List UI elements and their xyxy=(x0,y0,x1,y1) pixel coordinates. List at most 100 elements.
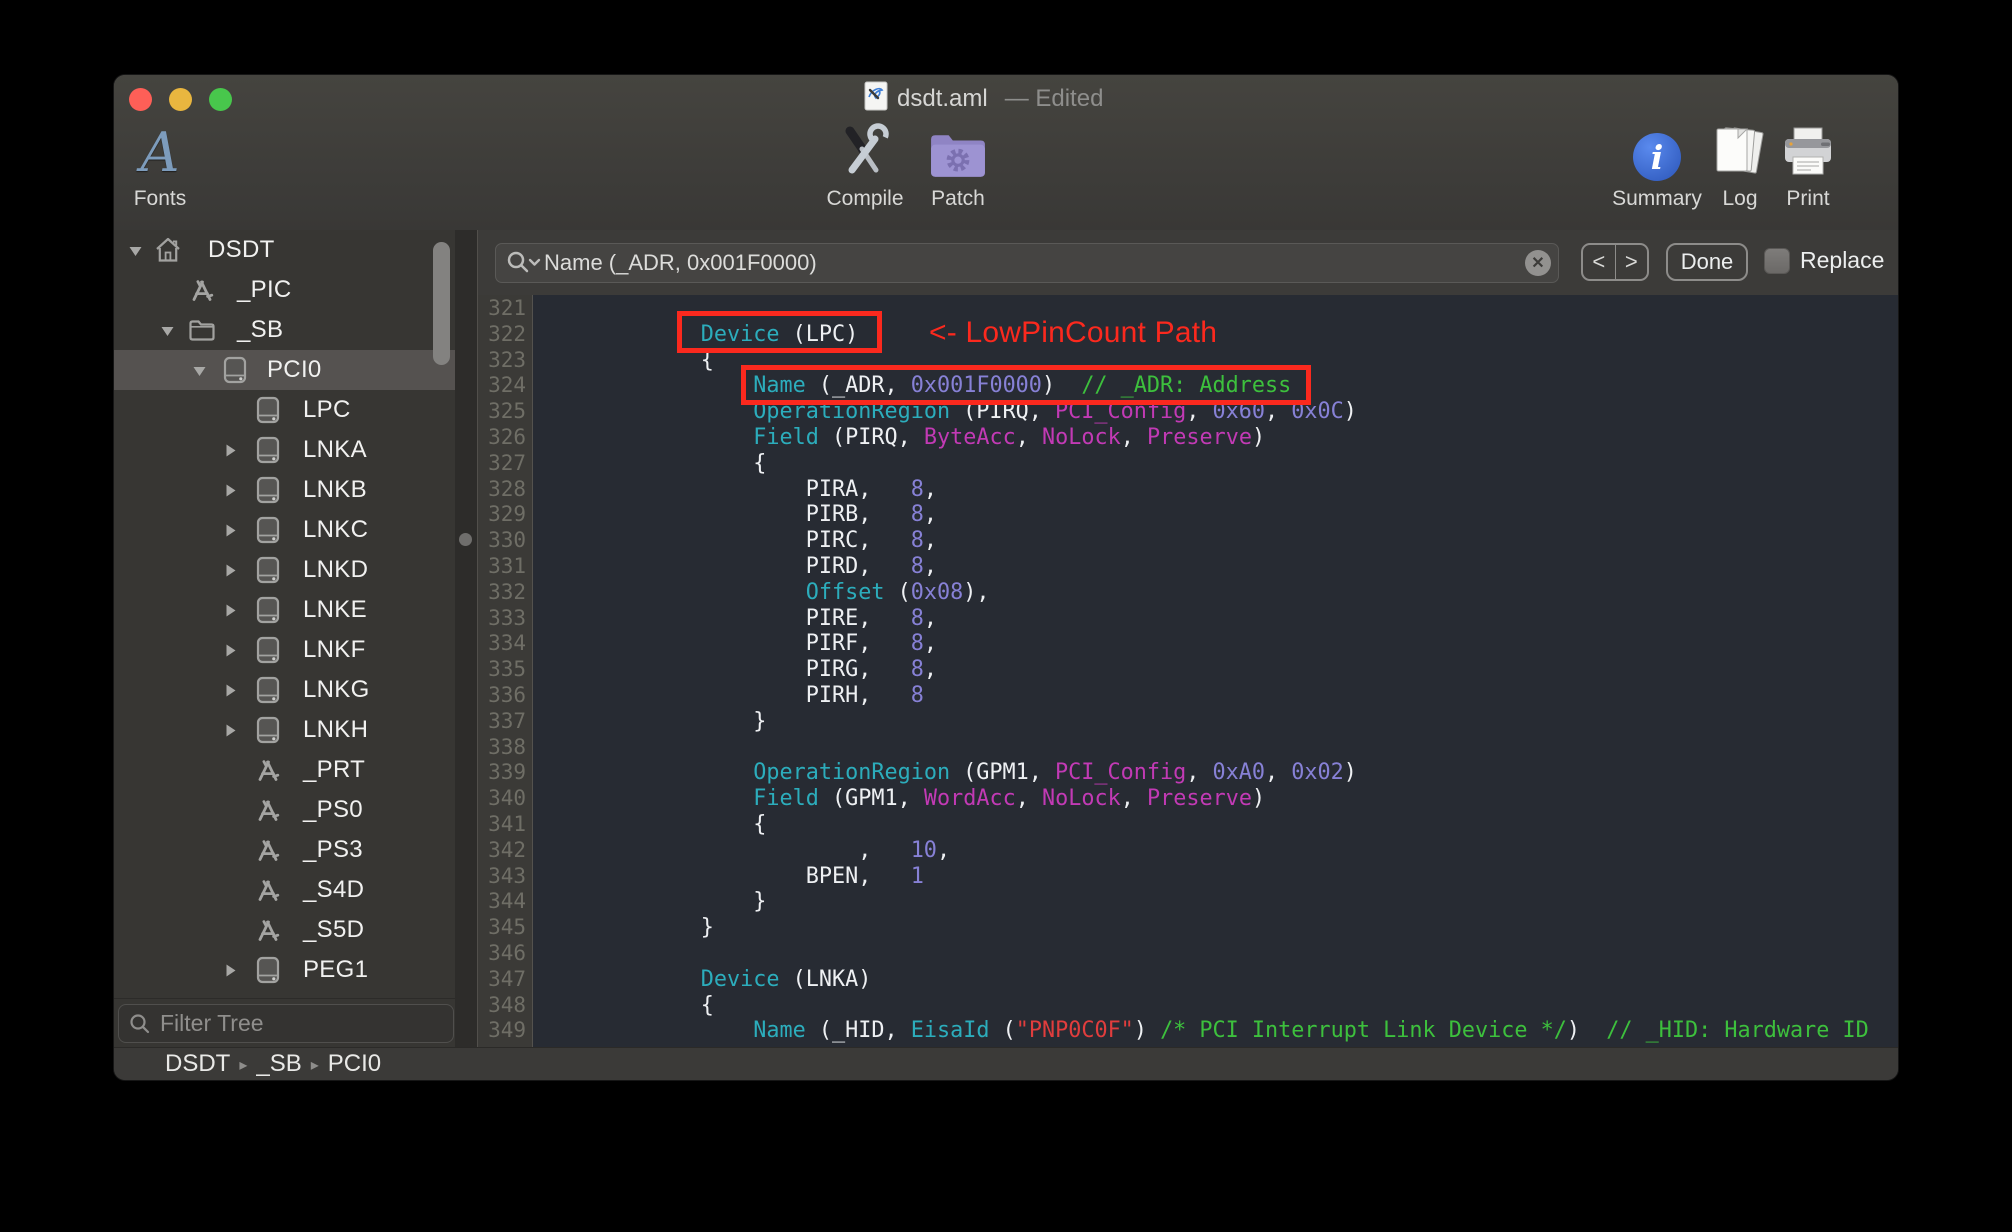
tree-item-lpc[interactable]: LPC xyxy=(114,390,455,430)
method-icon xyxy=(253,755,283,785)
disclosure-expanded-icon[interactable] xyxy=(128,243,143,258)
tree-item-_s4d[interactable]: _S4D xyxy=(114,870,455,910)
window-title-group: dsdt.aml — Edited xyxy=(864,81,1103,116)
device-icon xyxy=(253,715,283,745)
code-line: PIRB, 8, xyxy=(517,502,937,528)
toolbar-patch[interactable]: Patch xyxy=(883,115,1033,211)
code-line: } xyxy=(517,915,714,941)
tree-item-peg1[interactable]: PEG1 xyxy=(114,950,455,990)
status-bar: DSDT ▸ _SB ▸ PCI0 xyxy=(114,1047,1898,1080)
toolbar-fonts-label: Fonts xyxy=(133,187,187,210)
tree-item-_pic[interactable]: _PIC xyxy=(114,270,455,310)
find-next-button[interactable]: > xyxy=(1616,245,1648,279)
breadcrumb-item[interactable]: PCI0 xyxy=(328,1050,381,1078)
folder-icon xyxy=(187,315,217,345)
tree-item-label: LPC xyxy=(303,396,351,423)
find-field[interactable]: ✕ xyxy=(495,243,1559,283)
disclosure-collapsed-icon[interactable] xyxy=(223,643,238,658)
tree-item-label: LNKD xyxy=(303,556,369,583)
tree-item-lnkf[interactable]: LNKF xyxy=(114,630,455,670)
device-icon xyxy=(253,555,283,585)
device-icon xyxy=(253,955,283,985)
disclosure-collapsed-icon[interactable] xyxy=(223,483,238,498)
device-icon xyxy=(220,355,250,385)
disclosure-collapsed-icon[interactable] xyxy=(223,443,238,458)
pane-splitter[interactable] xyxy=(455,230,477,1047)
code-line: Device (LNKA) xyxy=(700,966,872,992)
tree-item-_s5d[interactable]: _S5D xyxy=(114,910,455,950)
filter-field[interactable] xyxy=(118,1004,454,1043)
annotation-text: <- LowPinCount Path xyxy=(929,316,1218,349)
tree-item-lnkb[interactable]: LNKB xyxy=(114,470,455,510)
tree-item-lnkc[interactable]: LNKC xyxy=(114,510,455,550)
disclosure-collapsed-icon[interactable] xyxy=(223,523,238,538)
tree-item-lnka[interactable]: LNKA xyxy=(114,430,455,470)
code-line: OperationRegion (GPM1, PCI_Config, 0xA0,… xyxy=(753,760,1357,786)
splitter-grip-icon[interactable] xyxy=(459,533,472,546)
minimize-button[interactable] xyxy=(169,88,192,111)
close-button[interactable] xyxy=(129,88,152,111)
filter-area xyxy=(114,998,455,1048)
tree-item-label: LNKC xyxy=(303,516,369,543)
replace-checkbox[interactable] xyxy=(1764,248,1790,274)
tree-item-label: _S5D xyxy=(303,916,365,943)
disclosure-collapsed-icon[interactable] xyxy=(223,683,238,698)
find-previous-button[interactable]: < xyxy=(1583,245,1616,279)
method-icon xyxy=(253,835,283,865)
toolbar-fonts[interactable]: A Fonts xyxy=(114,115,235,211)
tree-item-dsdt[interactable]: DSDT xyxy=(114,230,455,270)
toolbar-print-label: Print xyxy=(1786,187,1830,210)
done-button[interactable]: Done xyxy=(1666,243,1748,281)
disclosure-expanded-icon[interactable] xyxy=(192,363,207,378)
find-input[interactable] xyxy=(544,244,1512,282)
tree-item-label: _PS0 xyxy=(303,796,363,823)
tree-item-label: _SB xyxy=(237,316,284,343)
annotation-box-name-adr xyxy=(741,365,1311,405)
code-line: , 10, xyxy=(517,837,951,863)
breadcrumb-separator-icon: ▸ xyxy=(310,1057,319,1074)
zoom-button[interactable] xyxy=(209,88,232,111)
code-line: { xyxy=(517,992,714,1018)
method-icon xyxy=(253,915,283,945)
code-line: { xyxy=(517,811,767,837)
fonts-icon: A xyxy=(140,121,180,184)
disclosure-collapsed-icon[interactable] xyxy=(223,563,238,578)
tree-item-_ps0[interactable]: _PS0 xyxy=(114,790,455,830)
code-line: } xyxy=(517,708,767,734)
breadcrumb-item[interactable]: DSDT xyxy=(165,1050,230,1078)
filter-tree-input[interactable] xyxy=(158,1009,453,1038)
code-line: PIRH, 8 xyxy=(517,682,924,708)
tree-item-lnkd[interactable]: LNKD xyxy=(114,550,455,590)
disclosure-collapsed-icon[interactable] xyxy=(223,963,238,978)
tree-item-pci0[interactable]: PCI0 xyxy=(114,350,455,390)
tree-item-_sb[interactable]: _SB xyxy=(114,310,455,350)
device-icon xyxy=(253,515,283,545)
disclosure-collapsed-icon[interactable] xyxy=(223,723,238,738)
code-editor[interactable]: 321 322 323 324 325 326 327 328 329 330 331 332 333 3… xyxy=(478,295,1898,1047)
disclosure-expanded-icon[interactable] xyxy=(160,323,175,338)
disclosure-collapsed-icon[interactable] xyxy=(223,603,238,618)
sidebar-scrollbar[interactable] xyxy=(433,242,450,365)
clear-search-icon[interactable]: ✕ xyxy=(1525,250,1551,276)
toolbar-patch-label: Patch xyxy=(931,187,985,210)
tree-item-lnkg[interactable]: LNKG xyxy=(114,670,455,710)
replace-label: Replace xyxy=(1800,247,1885,273)
breadcrumb-item[interactable]: _SB xyxy=(256,1050,301,1078)
tree-item-_prt[interactable]: _PRT xyxy=(114,750,455,790)
tree-item-_ps3[interactable]: _PS3 xyxy=(114,830,455,870)
tree-item-label: _S4D xyxy=(303,876,365,903)
house-icon xyxy=(153,235,183,265)
tree-item-label: DSDT xyxy=(208,236,275,263)
code-line: { xyxy=(517,450,767,476)
code-line: PIRA, 8, xyxy=(517,476,937,502)
breadcrumb-separator-icon: ▸ xyxy=(239,1057,248,1074)
device-icon xyxy=(253,675,283,705)
patch-icon xyxy=(883,115,1033,181)
search-menu-icon[interactable] xyxy=(506,250,542,276)
device-icon xyxy=(253,435,283,465)
code-line: Field (PIRQ, ByteAcc, NoLock, Preserve) xyxy=(753,424,1266,450)
toolbar-print[interactable]: Print xyxy=(1733,115,1883,211)
tree-item-lnke[interactable]: LNKE xyxy=(114,590,455,630)
tree-item-lnkh[interactable]: LNKH xyxy=(114,710,455,750)
